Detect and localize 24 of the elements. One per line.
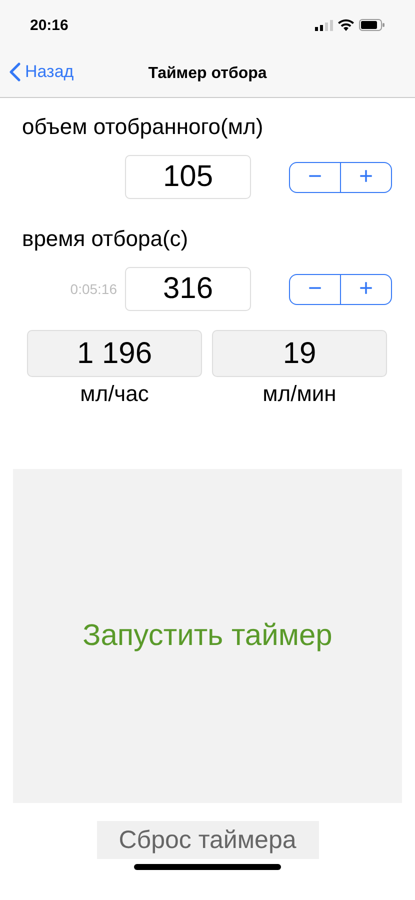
volume-stepper[interactable]: − + [289, 162, 392, 192]
duration-label: время отбора(с) [21, 225, 190, 253]
plus-button[interactable]: + [340, 162, 391, 192]
duration-field[interactable]: 316 [125, 267, 251, 311]
wifi-icon [338, 19, 354, 31]
result-unit: мл/час [80, 381, 149, 407]
result-value: 19 [212, 330, 387, 377]
plus-button[interactable]: + [340, 274, 391, 304]
screen-title: Таймер отбора [148, 64, 267, 82]
reset-timer-button[interactable]: Сброс таймера [96, 821, 318, 859]
back-button[interactable]: Назад [9, 62, 74, 82]
minus-button[interactable]: − [290, 274, 340, 304]
volume-field[interactable]: 105 [125, 155, 251, 199]
minus-button[interactable]: − [290, 162, 340, 192]
signal-icon [315, 20, 333, 30]
battery-icon [359, 19, 385, 31]
time-hint: 0:05:16 [69, 281, 118, 297]
status-time: 20:16 [30, 16, 68, 34]
duration-stepper[interactable]: − + [289, 274, 392, 304]
start-timer-button[interactable]: Запустить таймер [13, 469, 402, 803]
volume-label: объем отобранного(мл) [21, 113, 264, 141]
result-unit: мл/мин [262, 381, 336, 407]
result-value: 1 196 [27, 330, 202, 377]
chevron-icon [9, 62, 21, 82]
